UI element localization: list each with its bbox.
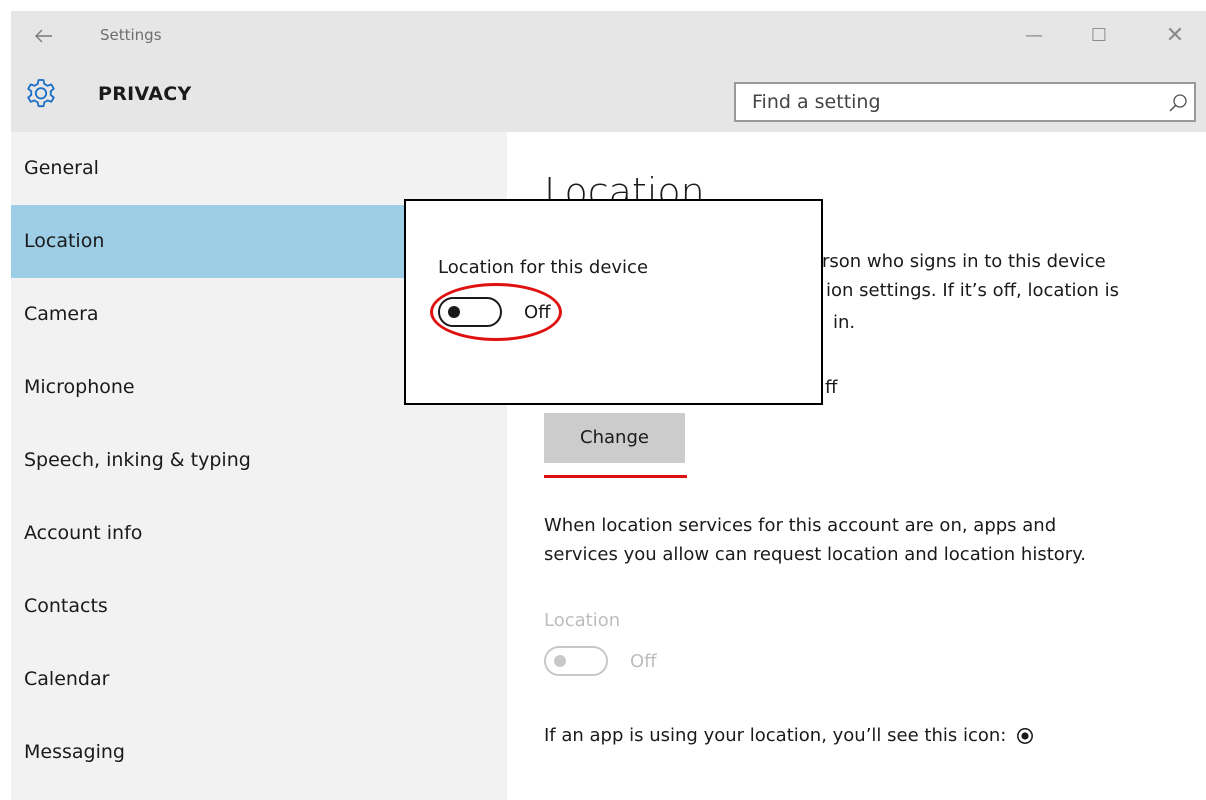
location-in-use-icon — [1017, 728, 1034, 744]
location-toggle-state: Off — [630, 650, 657, 672]
location-device-popup: Location for this device Off — [404, 199, 823, 405]
sidebar-item-general[interactable]: General — [11, 132, 507, 205]
description-line-1: rson who signs in to this device — [822, 251, 1106, 272]
gear-icon — [27, 79, 55, 108]
minimize-button[interactable]: — — [1014, 19, 1054, 53]
section-title: PRIVACY — [98, 83, 192, 105]
search-box[interactable] — [734, 82, 1196, 122]
maximize-button[interactable]: ☐ — [1079, 19, 1119, 53]
account-description-line-1: When location services for this account … — [544, 515, 1057, 536]
location-toggle-label: Location — [544, 610, 621, 631]
icon-note-text: If an app is using your location, you’ll… — [544, 725, 1007, 746]
back-arrow-icon[interactable] — [29, 21, 59, 51]
settings-window: Settings — ☐ ✕ PRIVACY General Location … — [11, 11, 1206, 800]
sidebar-item-account-info[interactable]: Account info — [11, 497, 507, 570]
search-icon[interactable] — [1168, 93, 1188, 113]
account-description-line-2: services you allow can request location … — [544, 544, 1086, 565]
window-title: Settings — [100, 26, 162, 44]
icon-note: If an app is using your location, you’ll… — [544, 721, 1034, 750]
sidebar-item-messaging[interactable]: Messaging — [11, 716, 507, 789]
change-button[interactable]: Change — [544, 413, 685, 463]
back-arrow-svg — [35, 29, 52, 43]
description-line-3: in. — [833, 312, 856, 333]
sidebar-item-speech[interactable]: Speech, inking & typing — [11, 424, 507, 497]
sidebar-item-calendar[interactable]: Calendar — [11, 643, 507, 716]
location-toggle[interactable] — [544, 646, 608, 676]
toggle-knob — [554, 655, 566, 667]
page-header: PRIVACY — [11, 61, 1206, 132]
location-toggle-row: Off — [544, 646, 657, 676]
description-line-2: ion settings. If it’s off, location is — [826, 280, 1119, 301]
close-button[interactable]: ✕ — [1155, 19, 1195, 53]
highlight-underline — [544, 475, 687, 478]
device-status-text: ff — [825, 377, 838, 398]
title-bar: Settings — ☐ ✕ — [11, 11, 1206, 61]
highlight-ellipse — [430, 283, 562, 341]
popup-title: Location for this device — [438, 257, 649, 278]
sidebar-item-contacts[interactable]: Contacts — [11, 570, 507, 643]
search-input[interactable] — [736, 84, 1156, 120]
